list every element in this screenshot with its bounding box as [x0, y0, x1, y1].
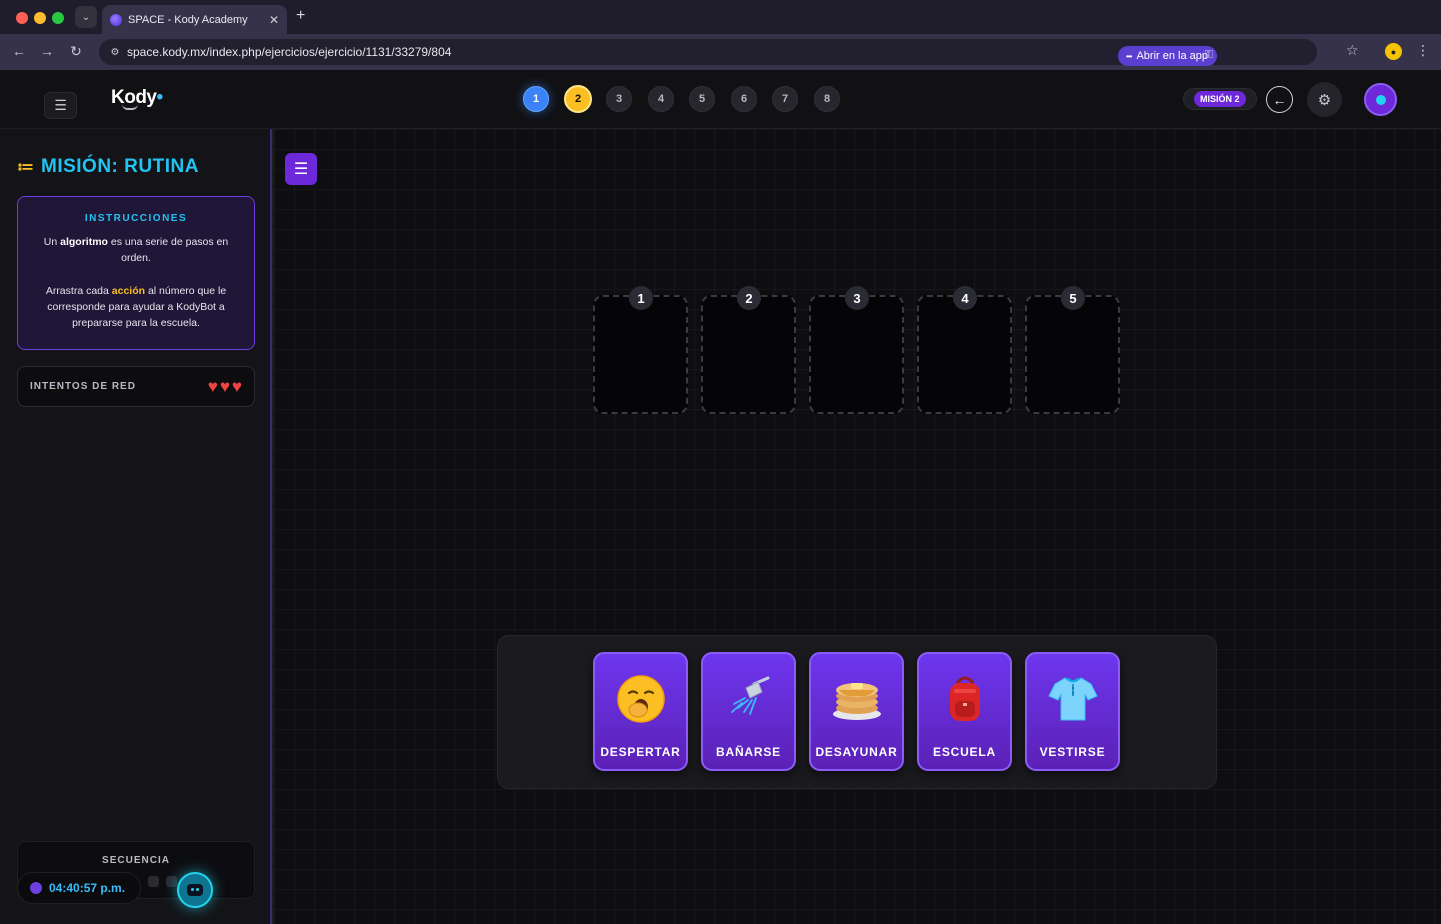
- workspace: ☰ 1 2 3 4 5 DESPERTAR BAÑARSE DESAYUNAR …: [274, 129, 1441, 924]
- forward-arrow-icon[interactable]: →: [38, 43, 56, 59]
- hearts: ♥ ♥ ♥: [208, 378, 242, 395]
- card-label: VESTIRSE: [1039, 745, 1106, 759]
- slot-number: 2: [737, 286, 761, 310]
- hamburger-menu-icon[interactable]: ☰: [44, 92, 77, 119]
- backpack-icon: [942, 672, 988, 726]
- mission-badge-label: MISIÓN 2: [1194, 91, 1246, 107]
- shower-icon: [724, 672, 774, 726]
- new-tab-plus-icon[interactable]: +: [296, 7, 305, 25]
- heart-icon: ♥: [231, 377, 242, 396]
- slot-number: 1: [629, 286, 653, 310]
- slot-number: 4: [953, 286, 977, 310]
- logo-dot: •: [156, 87, 164, 108]
- tshirt-icon: [1047, 672, 1099, 726]
- back-arrow-icon[interactable]: ←: [10, 43, 28, 59]
- instructions-paragraph-1: Un algoritmo es una serie de pasos en or…: [43, 236, 229, 264]
- step-4[interactable]: 4: [648, 86, 674, 112]
- back-arrow-button[interactable]: ←: [1266, 86, 1293, 113]
- card-label: DESPERTAR: [600, 745, 681, 759]
- address-bar[interactable]: ⚙ space.kody.mx/index.php/ejercicios/eje…: [99, 39, 1317, 66]
- slot-number: 5: [1061, 286, 1085, 310]
- sequence-slot: [148, 876, 159, 887]
- password-key-icon[interactable]: ⚿: [1205, 49, 1213, 62]
- sidebar: ≔ MISIÓN: RUTINA INSTRUCCIONES Un algori…: [0, 129, 272, 924]
- user-avatar[interactable]: [1364, 83, 1397, 116]
- instructions-paragraph-2: Arrastra cada acción al número que le co…: [45, 285, 227, 329]
- attempts-label: INTENTOS DE RED: [30, 381, 136, 392]
- url-text[interactable]: space.kody.mx/index.php/ejercicios/ejerc…: [127, 45, 451, 59]
- mission-heading: ≔ MISIÓN: RUTINA: [17, 156, 199, 178]
- yawning-face-icon: [616, 672, 666, 726]
- browser-toolbar: ← → ↻ ⚙ space.kody.mx/index.php/ejercici…: [0, 34, 1441, 70]
- open-in-app-label: Abrir en la app: [1136, 50, 1208, 62]
- card-label: ESCUELA: [933, 745, 996, 759]
- minimize-window-button[interactable]: [34, 12, 46, 24]
- step-6[interactable]: 6: [731, 86, 757, 112]
- step-8[interactable]: 8: [814, 86, 840, 112]
- drop-slot-4[interactable]: [917, 295, 1012, 414]
- slot-number: 3: [845, 286, 869, 310]
- step-7[interactable]: 7: [772, 86, 798, 112]
- robot-icon: [187, 884, 203, 896]
- tab-search-chevron-icon[interactable]: ⌄: [75, 6, 97, 28]
- heart-icon: ♥: [207, 377, 218, 396]
- tab-close-icon[interactable]: ✕: [269, 13, 279, 27]
- instructions-title: INSTRUCCIONES: [84, 213, 188, 224]
- clock-pill: 04:40:57 p.m.: [17, 872, 141, 904]
- clock-time: 04:40:57 p.m.: [49, 881, 126, 895]
- close-window-button[interactable]: [16, 12, 28, 24]
- browser-tab[interactable]: SPACE - Kody Academy ✕: [102, 5, 287, 34]
- numbered-list-icon: ≔: [17, 159, 34, 176]
- action-card-escuela[interactable]: ESCUELA: [917, 652, 1012, 771]
- sequence-slot: [166, 876, 177, 887]
- clock-icon: [30, 882, 42, 894]
- workspace-menu-icon[interactable]: ☰: [285, 153, 317, 185]
- action-card-banarse[interactable]: BAÑARSE: [701, 652, 796, 771]
- action-card-vestirse[interactable]: VESTIRSE: [1025, 652, 1120, 771]
- favicon-icon: [110, 13, 122, 26]
- drop-slot-3[interactable]: [809, 295, 904, 414]
- bookmark-star-icon[interactable]: ☆: [1346, 42, 1359, 59]
- avatar-dot: [1375, 94, 1386, 105]
- card-label: BAÑARSE: [716, 745, 781, 759]
- mission-badge: MISIÓN 2: [1183, 88, 1257, 110]
- drop-slot-1[interactable]: [593, 295, 688, 414]
- open-in-app-button[interactable]: ••• Abrir en la app: [1118, 46, 1217, 66]
- tab-title: SPACE - Kody Academy: [128, 13, 248, 26]
- step-3[interactable]: 3: [606, 86, 632, 112]
- step-1[interactable]: 1: [523, 86, 549, 112]
- app-icon: •••: [1126, 51, 1132, 61]
- step-2[interactable]: 2: [564, 85, 592, 113]
- drop-slot-2[interactable]: [701, 295, 796, 414]
- action-card-despertar[interactable]: DESPERTAR: [593, 652, 688, 771]
- network-attempts-panel: INTENTOS DE RED ♥ ♥ ♥: [17, 366, 255, 407]
- browser-menu-icon[interactable]: ⋮: [1416, 42, 1430, 59]
- sequence-label: SECUENCIA: [102, 855, 170, 866]
- browser-profile-avatar[interactable]: ●: [1385, 43, 1402, 60]
- kodybot-assistant-button[interactable]: [177, 872, 213, 908]
- gear-icon[interactable]: ⚙: [1307, 82, 1342, 117]
- step-5[interactable]: 5: [689, 86, 715, 112]
- card-label: DESAYUNAR: [815, 745, 898, 759]
- pancakes-icon: [831, 672, 883, 726]
- reload-icon[interactable]: ↻: [67, 43, 85, 60]
- heart-icon: ♥: [219, 377, 230, 396]
- drop-slot-5[interactable]: [1025, 295, 1120, 414]
- logo-smile-icon: [122, 104, 138, 110]
- browser-tab-strip: ⌄ SPACE - Kody Academy ✕ +: [0, 0, 1441, 34]
- site-settings-icon[interactable]: ⚙: [107, 44, 123, 60]
- action-card-desayunar[interactable]: DESAYUNAR: [809, 652, 904, 771]
- maximize-window-button[interactable]: [52, 12, 64, 24]
- instructions-panel: INSTRUCCIONES Un algoritmo es una serie …: [17, 196, 255, 350]
- mission-title: MISIÓN: RUTINA: [41, 156, 199, 177]
